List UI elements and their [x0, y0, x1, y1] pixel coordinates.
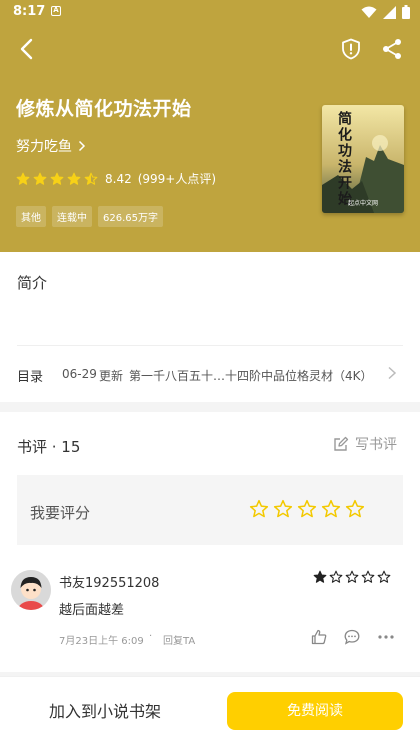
more-icon[interactable]: [377, 629, 395, 645]
chevron-right-icon: [388, 366, 397, 380]
star-icon[interactable]: [249, 499, 269, 519]
cover-publisher: 起点中文网: [348, 200, 379, 207]
book-header: 8:17 A 修炼从简化功法开始 努力吃鱼 8.42 (999+人点评) 其他 …: [0, 0, 420, 252]
author-link[interactable]: 努力吃鱼: [16, 136, 86, 156]
share-icon[interactable]: [380, 37, 404, 61]
edit-icon: [334, 436, 349, 451]
divider: [17, 345, 403, 346]
avatar-image: [11, 570, 51, 610]
book-title: 修炼从简化功法开始: [16, 98, 192, 120]
intro-panel: 简介 目录 06-29 更新 第一千八百五十…十四阶中品位格灵材（4K）: [0, 252, 420, 402]
star-icon: [50, 172, 64, 185]
toc-row[interactable]: 目录 06-29 更新 第一千八百五十…十四阶中品位格灵材（4K）: [0, 352, 420, 396]
avatar[interactable]: [11, 570, 51, 610]
review-item: 书友192551208 越后面越差 7月23日上午 6:09 · 回复TA: [0, 558, 420, 672]
tag-list: 其他 连载中 626.65万字: [16, 206, 163, 227]
chevron-right-icon: [78, 140, 86, 152]
toc-update-date: 06-29: [62, 367, 97, 381]
wifi-icon: [361, 6, 377, 18]
free-read-button[interactable]: 免费阅读: [227, 692, 403, 730]
toc-label: 目录: [17, 370, 44, 385]
star-icon[interactable]: [321, 499, 341, 519]
cover-title: 简化功法开始: [336, 111, 352, 207]
comment-icon[interactable]: [344, 629, 360, 645]
rating-count: (999+人点评): [137, 172, 217, 186]
author-name: 努力吃鱼: [16, 139, 72, 155]
rating-row: 8.42 (999+人点评): [16, 170, 216, 187]
book-cover[interactable]: 简化功法开始 起点中文网: [322, 105, 404, 213]
battery-icon: [402, 5, 410, 19]
signal-icon: [383, 5, 396, 19]
rate-label: 我要评分: [30, 504, 91, 522]
review-count-label: 书评 · 15: [17, 438, 81, 456]
thumbs-up-icon[interactable]: [311, 629, 327, 645]
rating-stars: [16, 172, 101, 186]
review-text: 越后面越差: [59, 603, 125, 618]
add-to-shelf-button[interactable]: 加入到小说书架: [0, 693, 210, 731]
status-time: 8:17: [13, 4, 46, 19]
star-icon[interactable]: [345, 499, 365, 519]
star-icon: [361, 570, 375, 583]
shield-icon[interactable]: [339, 37, 363, 61]
star-icon[interactable]: [273, 499, 293, 519]
toc-update-label: 更新: [99, 369, 124, 383]
intro-label: 简介: [17, 274, 48, 292]
separator-dot: ·: [149, 631, 153, 642]
write-review-button[interactable]: 写书评: [333, 434, 397, 454]
tag-status: 连载中: [52, 206, 92, 227]
toc-latest-chapter: 第一千八百五十…十四阶中品位格灵材（4K）: [129, 369, 365, 383]
star-icon[interactable]: [297, 499, 317, 519]
reply-button[interactable]: 回复TA: [163, 632, 195, 647]
write-review-label: 写书评: [355, 437, 397, 453]
rate-box: 我要评分: [17, 475, 403, 545]
star-icon: [84, 172, 98, 185]
tag-wordcount: 626.65万字: [98, 206, 163, 227]
star-icon: [67, 172, 81, 185]
star-icon: [377, 570, 391, 583]
rate-stars[interactable]: [249, 499, 365, 519]
star-icon: [313, 570, 327, 583]
back-arrow-icon[interactable]: [14, 36, 40, 62]
star-icon: [33, 172, 47, 185]
review-time: 7月23日上午 6:09: [59, 636, 144, 647]
rating-score: 8.42: [105, 171, 132, 186]
review-stars: [313, 570, 391, 584]
reviewer-name: 书友192551208: [59, 576, 160, 591]
notification-icon: A: [51, 6, 61, 16]
tag-genre: 其他: [16, 206, 46, 227]
status-bar: 8:17 A: [0, 0, 420, 24]
star-icon: [345, 570, 359, 583]
star-icon: [16, 172, 30, 185]
review-panel: 书评 · 15 写书评 我要评分 书友192551208 越后面越差 7月23日…: [0, 412, 420, 672]
bottom-action-bar: 加入到小说书架 免费阅读: [0, 676, 420, 746]
star-icon: [329, 570, 343, 583]
